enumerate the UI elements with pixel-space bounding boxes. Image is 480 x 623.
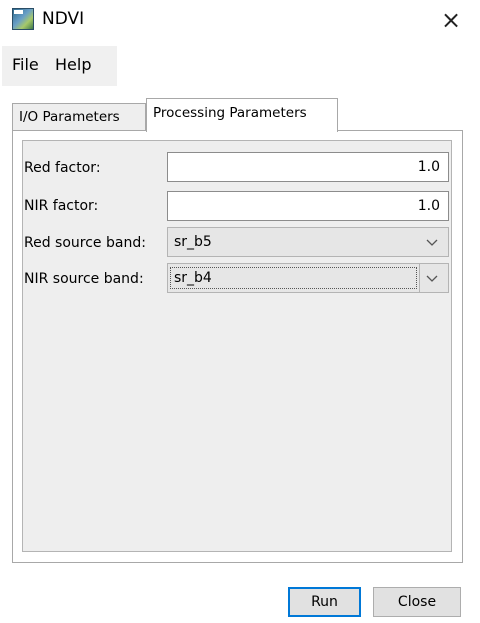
focus-ring: sr_b4 [170, 267, 417, 289]
app-icon-badge [14, 10, 23, 14]
red-factor-label: Red factor: [24, 160, 101, 176]
nir-factor-label: NIR factor: [24, 198, 99, 214]
window-title: NDVI [42, 9, 85, 29]
run-button[interactable]: Run [288, 587, 361, 617]
red-factor-field[interactable]: 1.0 [167, 152, 449, 182]
red-source-band-label: Red source band: [24, 235, 146, 251]
window-close-button[interactable]: × [432, 6, 470, 34]
app-icon [12, 8, 34, 30]
nir-factor-field[interactable]: 1.0 [167, 191, 449, 221]
nir-source-band-label: NIR source band: [24, 271, 144, 287]
close-button[interactable]: Close [373, 587, 461, 617]
title-bar: NDVI × [0, 0, 480, 45]
tab-io-parameters[interactable]: I/O Parameters [12, 103, 146, 130]
chevron-down-icon [426, 239, 438, 246]
menu-bar: File Help [2, 46, 117, 86]
menu-file[interactable]: File [12, 54, 39, 76]
tab-processing-parameters[interactable]: Processing Parameters [146, 98, 338, 132]
red-source-band-select[interactable]: sr_b5 [167, 227, 449, 257]
chevron-down-icon [419, 264, 438, 292]
menu-help[interactable]: Help [55, 54, 91, 76]
nir-source-band-value: sr_b4 [174, 270, 212, 286]
red-source-band-value: sr_b5 [174, 234, 212, 250]
nir-source-band-select[interactable]: sr_b4 [167, 263, 449, 293]
